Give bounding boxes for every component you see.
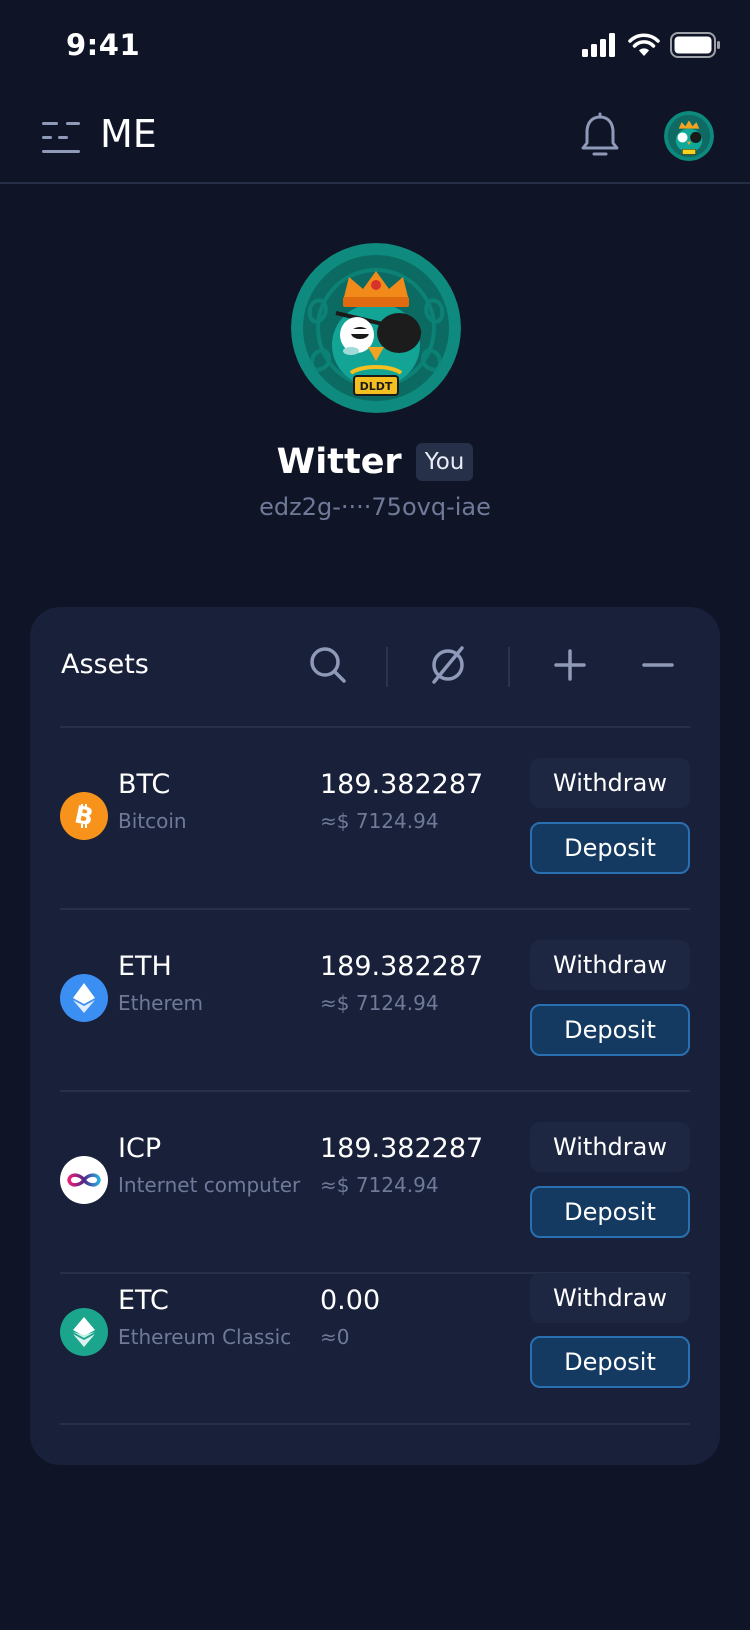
search-icon [310, 647, 346, 683]
asset-amount: 189.382287 [320, 1133, 484, 1164]
profile-address[interactable]: edz2g-····75ovq-iae [0, 493, 750, 521]
toolbar-divider [386, 647, 388, 687]
asset-row-icp: ICP Internet computer 189.382287 ≈$ 7124… [30, 1091, 720, 1271]
empty-set-icon [432, 646, 464, 684]
minus-icon [642, 663, 674, 667]
status-icons [582, 32, 720, 58]
withdraw-button[interactable]: Withdraw [530, 758, 690, 808]
asset-row-eth: ETH Etherem 189.382287 ≈$ 7124.94 Withdr… [30, 909, 720, 1089]
withdraw-button[interactable]: Withdraw [530, 1122, 690, 1172]
wifi-icon [628, 33, 660, 56]
asset-name: Bitcoin [118, 809, 187, 833]
toolbar-divider [508, 647, 510, 687]
asset-name: Internet computer [118, 1173, 301, 1197]
owl-pirate-avatar-icon: DLDT [291, 243, 461, 413]
remove-asset-button[interactable] [636, 643, 680, 687]
header-avatar[interactable] [664, 111, 714, 161]
asset-amount: 189.382287 [320, 951, 484, 982]
asset-symbol: ETC [118, 1285, 169, 1316]
ethereum-classic-icon [60, 1308, 108, 1356]
menu-icon [42, 122, 80, 153]
cellular-signal-icon [582, 33, 615, 57]
ethereum-icon [60, 974, 108, 1022]
asset-name: Ethereum Classic [118, 1325, 292, 1349]
asset-row-btc: B BTC Bitcoin 189.382287 ≈$ 7124.94 With… [30, 727, 720, 907]
owl-avatar-icon [664, 111, 714, 161]
asset-fiat-value: ≈0 [320, 1325, 350, 1349]
withdraw-button[interactable]: Withdraw [530, 1273, 690, 1323]
svg-text:B: B [72, 802, 96, 830]
asset-amount: 0.00 [320, 1285, 381, 1316]
notifications-button[interactable] [578, 112, 622, 160]
bell-icon [581, 112, 619, 156]
asset-symbol: ICP [118, 1133, 162, 1164]
bitcoin-icon: B [60, 792, 108, 840]
profile-avatar: DLDT [291, 243, 461, 413]
deposit-button[interactable]: Deposit [530, 1186, 690, 1238]
assets-title: Assets [61, 649, 149, 680]
add-asset-button[interactable] [548, 643, 592, 687]
status-time: 9:41 [66, 28, 141, 62]
page-title: ME [100, 112, 157, 156]
profile-name-row: Witter You [0, 437, 750, 487]
deposit-button[interactable]: Deposit [530, 1336, 690, 1388]
assets-card: Assets B BTC Bitcoin 189.382287 ≈$ 7124.… [30, 607, 720, 1465]
battery-icon [670, 32, 720, 58]
asset-row-etc: ETC Ethereum Classic 0.00 ≈0 Withdraw De… [30, 1273, 720, 1423]
asset-fiat-value: ≈$ 7124.94 [320, 1173, 439, 1197]
plus-icon [554, 649, 586, 681]
menu-button[interactable] [40, 118, 82, 158]
status-bar: 9:41 [0, 0, 750, 88]
asset-divider [60, 1423, 690, 1425]
asset-symbol: ETH [118, 951, 172, 982]
deposit-button[interactable]: Deposit [530, 822, 690, 874]
asset-amount: 189.382287 [320, 769, 484, 800]
deposit-button[interactable]: Deposit [530, 1004, 690, 1056]
asset-fiat-value: ≈$ 7124.94 [320, 991, 439, 1015]
app-header: ME [0, 98, 750, 184]
you-badge: You [415, 443, 474, 481]
asset-fiat-value: ≈$ 7124.94 [320, 809, 439, 833]
avatar-badge-text: DLDT [360, 380, 393, 393]
asset-name: Etherem [118, 991, 204, 1015]
asset-symbol: BTC [118, 769, 171, 800]
profile-name: Witter [276, 442, 402, 482]
internet-computer-icon [60, 1156, 108, 1204]
hide-zero-button[interactable] [426, 643, 470, 687]
withdraw-button[interactable]: Withdraw [530, 940, 690, 990]
search-button[interactable] [306, 643, 350, 687]
